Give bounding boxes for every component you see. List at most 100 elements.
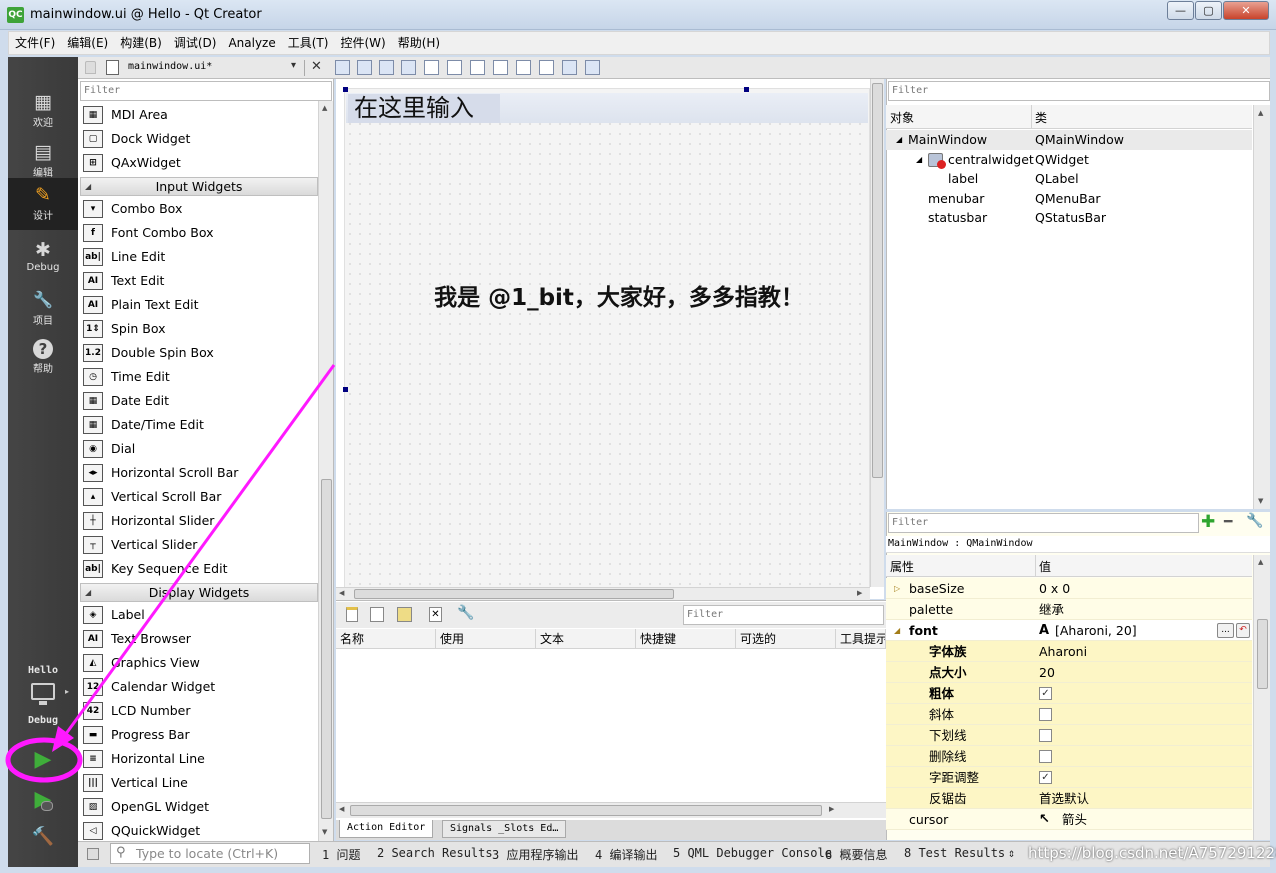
output-tab-application-output[interactable]: 3 应用程序输出 — [492, 846, 578, 863]
scroll-thumb[interactable] — [350, 805, 822, 816]
break-layout-icon[interactable] — [562, 60, 577, 75]
more-output-panes-icon[interactable]: ⇕ — [1008, 846, 1015, 860]
property-value[interactable]: 首选默认 — [1039, 788, 1089, 809]
scroll-left-arrow[interactable]: ◀ — [339, 589, 344, 597]
scroll-thumb[interactable] — [321, 479, 332, 819]
toggle-sidebar-icon[interactable] — [87, 848, 99, 860]
edit-widgets-icon[interactable] — [335, 60, 350, 75]
delete-action-icon[interactable]: ✕ — [429, 607, 442, 622]
layout-vertical-splitter-icon[interactable] — [493, 60, 508, 75]
output-tab-qml-debugger-console[interactable]: 5 QML Debugger Console — [673, 846, 832, 860]
output-tab-compile-output[interactable]: 4 编译输出 — [595, 846, 657, 863]
column-header-text[interactable]: 文本 — [536, 629, 636, 649]
widget-box-item[interactable]: ⊞ QAxWidget — [82, 151, 318, 175]
tree-expand-icon[interactable]: ◢ — [896, 130, 902, 150]
property-row[interactable]: 反锯齿 首选默认 — [886, 788, 1252, 809]
output-tab-issues[interactable]: 1 问题 — [322, 846, 360, 863]
layout-horizontal-splitter-icon[interactable] — [470, 60, 485, 75]
menu-tools[interactable]: 工具(T) — [282, 32, 335, 54]
property-value[interactable]: [Aharoni, 20] — [1055, 620, 1137, 641]
object-tree-row[interactable]: statusbar QStatusBar — [886, 208, 1252, 228]
widget-list-scrollbar[interactable]: ▲ ▼ — [318, 101, 333, 841]
widget-box-item[interactable]: ◂▸ Horizontal Scroll Bar — [82, 461, 318, 485]
column-header-shortcut[interactable]: 快捷键 — [636, 629, 736, 649]
document-tab-name[interactable]: mainwindow.ui* — [128, 61, 212, 72]
widget-box-item[interactable]: 12 Calendar Widget — [82, 675, 318, 699]
column-header-used[interactable]: 使用 — [436, 629, 536, 649]
scroll-down-arrow[interactable]: ▼ — [322, 828, 327, 836]
column-header-checkable[interactable]: 可选的 — [736, 629, 836, 649]
property-row[interactable]: 斜体 — [886, 704, 1252, 725]
menu-edit[interactable]: 编辑(E) — [61, 32, 114, 54]
widget-box-item[interactable]: ▬ Progress Bar — [82, 723, 318, 747]
close-button[interactable]: ✕ — [1223, 1, 1269, 20]
column-header-object[interactable]: 对象 — [890, 109, 914, 126]
property-filter-input[interactable]: Filter — [888, 513, 1199, 533]
new-action-icon[interactable] — [346, 607, 358, 622]
edit-signals-slots-icon[interactable] — [357, 60, 372, 75]
widget-box-item[interactable]: ▴ Vertical Scroll Bar — [82, 485, 318, 509]
form-horizontal-scrollbar[interactable]: ◀ ▶ — [336, 587, 870, 600]
property-value[interactable]: 0 x 0 — [1039, 578, 1070, 599]
property-editor-scrollbar[interactable]: ▲ — [1253, 555, 1270, 840]
object-tree-row[interactable]: label QLabel — [886, 169, 1252, 189]
object-inspector-scrollbar[interactable]: ▲ ▼ — [1253, 105, 1270, 509]
object-tree-row[interactable]: menubar QMenuBar — [886, 189, 1252, 209]
output-tab-test-results[interactable]: 8 Test Results — [904, 846, 1005, 860]
scroll-right-arrow[interactable]: ▶ — [857, 589, 862, 597]
widget-box-item[interactable]: ◉ Dial — [82, 437, 318, 461]
scroll-right-arrow[interactable]: ▶ — [829, 805, 834, 813]
widget-box-item[interactable]: ▨ OpenGL Widget — [82, 795, 318, 819]
column-header-tooltip[interactable]: 工具提示 — [836, 629, 886, 649]
property-row[interactable]: ▷ baseSize 0 x 0 — [886, 578, 1252, 599]
widget-filter-input[interactable]: Filter — [80, 81, 332, 101]
scroll-up-arrow[interactable]: ▲ — [322, 104, 327, 112]
action-horizontal-scrollbar[interactable]: ◀ ▶ — [336, 802, 886, 818]
widget-box-item[interactable]: ◭ Graphics View — [82, 651, 318, 675]
form-vertical-scrollbar[interactable] — [870, 79, 884, 587]
property-value[interactable]: 继承 — [1039, 599, 1064, 620]
widget-box-item[interactable]: f Font Combo Box — [82, 221, 318, 245]
scroll-thumb[interactable] — [1257, 619, 1268, 689]
property-checkbox[interactable] — [1039, 708, 1052, 721]
menu-file[interactable]: 文件(F) — [9, 32, 61, 54]
widget-category-header[interactable]: ◢ Input Widgets — [80, 177, 318, 196]
scroll-up-arrow[interactable]: ▲ — [1258, 109, 1263, 117]
unlock-icon[interactable] — [85, 61, 96, 74]
configure-wrench-icon[interactable]: 🔧 — [457, 605, 474, 621]
property-row[interactable]: palette 继承 — [886, 599, 1252, 620]
property-checkbox[interactable]: ✓ — [1039, 771, 1052, 784]
action-filter-input[interactable]: Filter — [683, 605, 884, 625]
widget-box-item[interactable]: ◈ Label — [82, 603, 318, 627]
menu-build[interactable]: 构建(B) — [114, 32, 168, 54]
property-checkbox[interactable] — [1039, 729, 1052, 742]
layout-horizontal-icon[interactable] — [424, 60, 439, 75]
widget-box-item[interactable]: 42 LCD Number — [82, 699, 318, 723]
mode-design[interactable]: ✎ 设计 — [8, 178, 78, 230]
form-menu-type-here[interactable]: 在这里输入 — [348, 94, 500, 123]
edit-buddies-icon[interactable] — [379, 60, 394, 75]
object-tree-row[interactable]: ◢ MainWindow QMainWindow — [886, 130, 1252, 150]
scroll-up-arrow[interactable]: ▲ — [1258, 558, 1263, 566]
column-header-class[interactable]: 类 — [1035, 109, 1047, 126]
locator-input[interactable]: Type to locate (Ctrl+K) — [110, 843, 310, 864]
widget-box-item[interactable]: ▦ Date/Time Edit — [82, 413, 318, 437]
chevron-down-icon[interactable]: ▾ — [291, 60, 296, 71]
object-filter-input[interactable]: Filter — [888, 81, 1270, 101]
scroll-left-arrow[interactable]: ◀ — [339, 805, 344, 813]
widget-box-item[interactable]: ab| Key Sequence Edit — [82, 557, 318, 581]
widget-box-item[interactable]: ▦ MDI Area — [82, 103, 318, 127]
widget-category-header[interactable]: ◢ Display Widgets — [80, 583, 318, 602]
widget-box-item[interactable]: ▢ Dock Widget — [82, 127, 318, 151]
run-button[interactable]: ▶ — [28, 745, 58, 775]
layout-vertical-icon[interactable] — [447, 60, 462, 75]
widget-box-item[interactable]: ┬ Vertical Slider — [82, 533, 318, 557]
mode-debug[interactable]: ✱ Debug — [8, 233, 78, 283]
output-tab-search-results[interactable]: 2 Search Results — [377, 846, 493, 860]
scroll-down-arrow[interactable]: ▼ — [1258, 497, 1263, 505]
property-row[interactable]: 下划线 — [886, 725, 1252, 746]
menu-help[interactable]: 帮助(H) — [392, 32, 446, 54]
property-row[interactable]: cursor ↖ 箭头 — [886, 809, 1252, 830]
menu-debug[interactable]: 调试(D) — [168, 32, 223, 54]
browse-font-button[interactable]: ... — [1217, 623, 1234, 638]
